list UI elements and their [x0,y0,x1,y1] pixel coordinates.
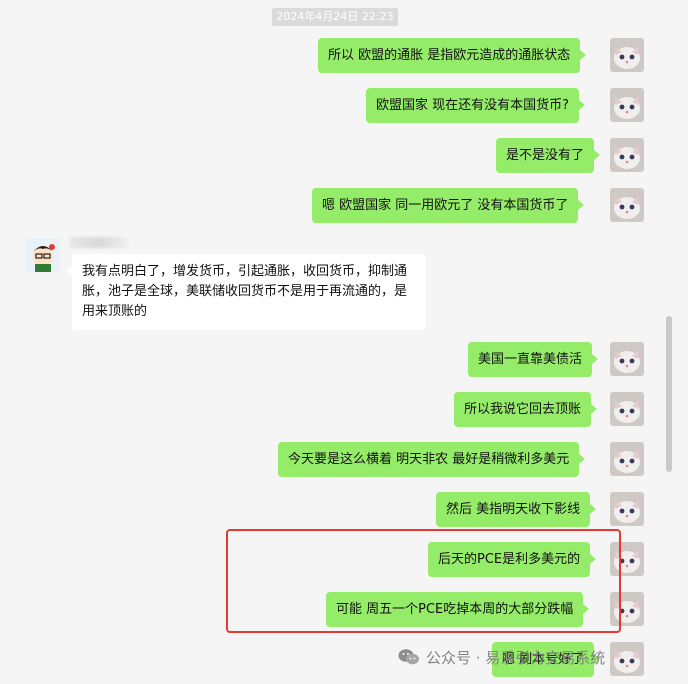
self-avatar[interactable] [610,392,644,426]
scrollbar-thumb[interactable] [666,316,672,472]
cartoon-avatar-icon [26,238,60,272]
cat-avatar-icon [610,492,644,526]
message-bubble-outgoing[interactable]: 嗯 欧盟国家 同一用欧元了 没有本国货币了 [312,188,585,223]
watermark: 公众号 · 易系引力交易系统 [398,646,605,668]
cat-avatar-icon [610,188,644,222]
cat-avatar-icon [610,138,644,172]
message-bubble-outgoing[interactable]: 所以我说它回去顶账 [454,392,598,427]
cat-avatar-icon [610,38,644,72]
cat-avatar-icon [610,88,644,122]
contact-name-blurred [70,237,128,248]
self-avatar[interactable] [610,38,644,72]
message-bubble-incoming[interactable]: 我有点明白了，增发货币，引起通胀，收回货币，抑制通胀，池子是全球，美联储收回货币… [66,254,426,330]
watermark-text: 公众号 · 易系引力交易系统 [426,648,606,667]
message-bubble-outgoing[interactable]: 然后 美指明天收下影线 [436,492,597,527]
self-avatar[interactable] [610,138,644,172]
highlight-box [226,529,621,633]
self-avatar[interactable] [610,642,644,676]
message-bubble-outgoing[interactable]: 是不是没有了 [496,138,601,173]
cat-avatar-icon [610,642,644,676]
self-avatar[interactable] [610,342,644,376]
message-bubble-outgoing[interactable]: 欧盟国家 现在还有没有本国货币? [366,88,586,123]
self-avatar[interactable] [610,492,644,526]
message-bubble-outgoing[interactable]: 今天要是这么横着 明天非农 最好是稍微利多美元 [278,442,586,477]
wechat-icon [398,648,420,666]
self-avatar[interactable] [610,188,644,222]
cat-avatar-icon [610,442,644,476]
cat-avatar-icon [610,392,644,426]
chat-timestamp: 2024年4月24日 22:23 [272,8,398,26]
message-bubble-outgoing[interactable]: 所以 欧盟的通胀 是指欧元造成的通胀状态 [318,38,587,73]
self-avatar[interactable] [610,442,644,476]
contact-avatar[interactable] [26,238,60,272]
self-avatar[interactable] [610,88,644,122]
cat-avatar-icon [610,342,644,376]
message-bubble-outgoing[interactable]: 美国一直靠美债活 [468,342,599,377]
